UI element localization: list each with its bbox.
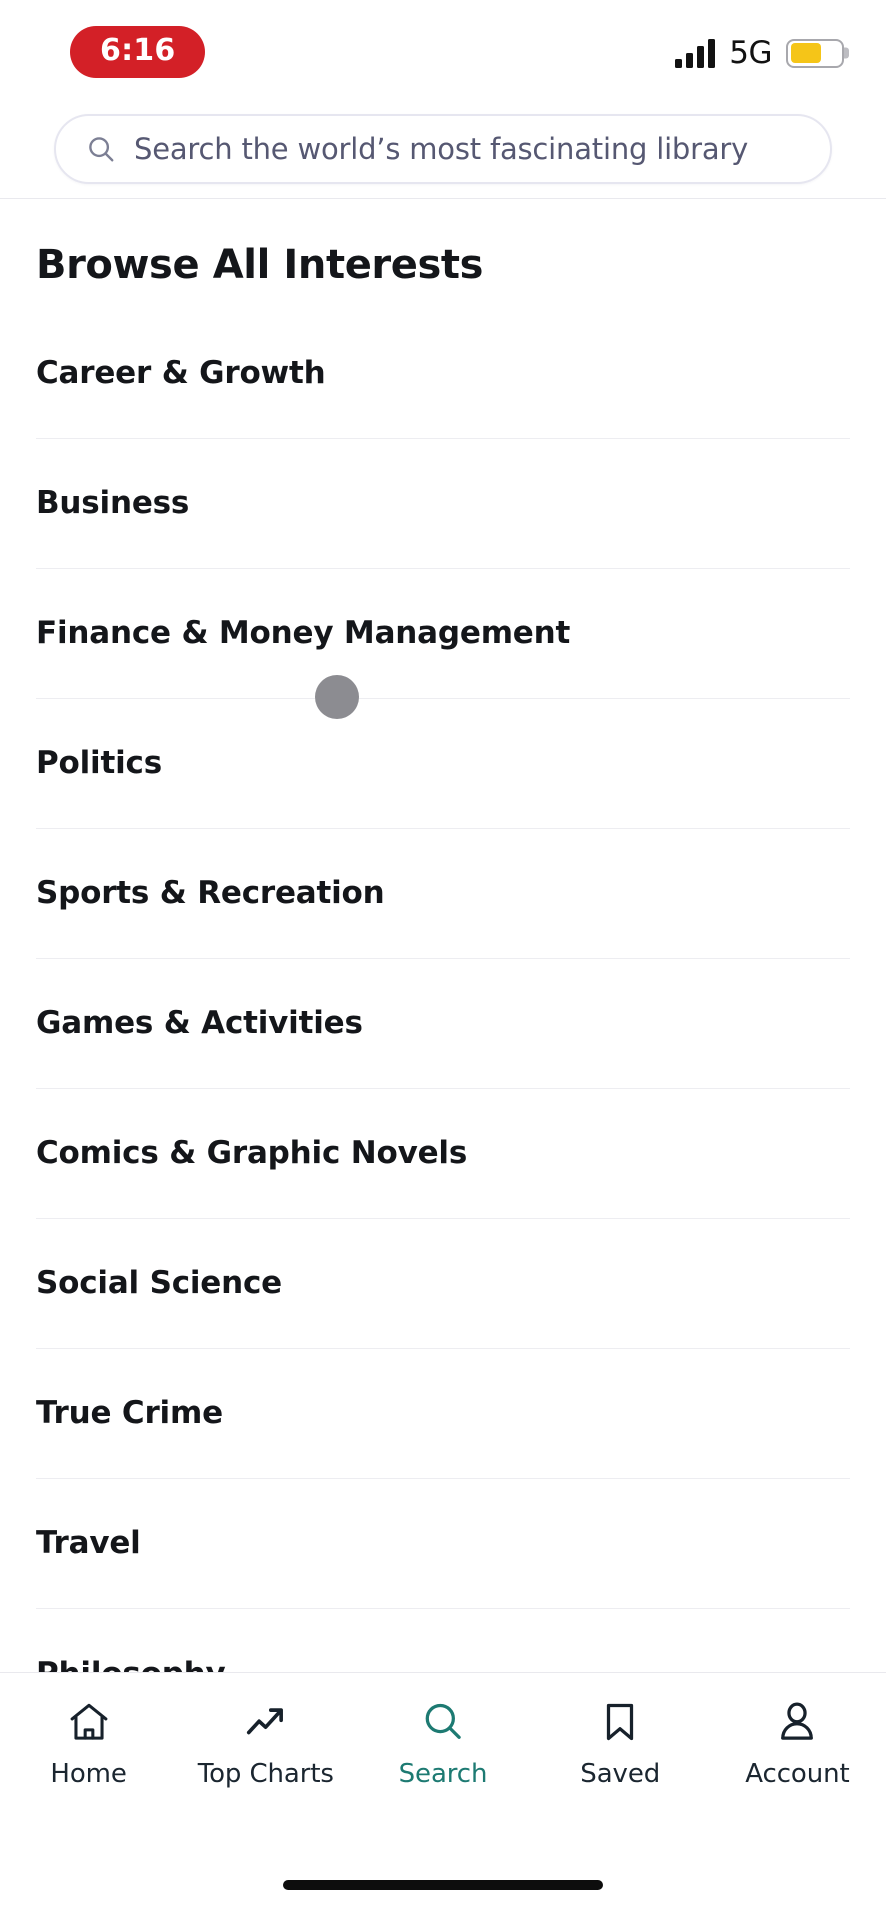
interest-label: Travel [36,1525,141,1562]
app-screen: 6:16 5G Search the world’s most fascinat… [0,0,886,1920]
interest-label: Philosophy [36,1655,226,1672]
tab-saved[interactable]: Saved [532,1697,709,1787]
list-item[interactable]: Games & Activities [36,959,850,1089]
status-time-badge: 6:16 [70,26,206,78]
tab-top-charts[interactable]: Top Charts [177,1697,354,1787]
tab-label: Search [398,1759,488,1789]
bottom-tab-bar: Home Top Charts Search Saved Account [0,1672,886,1850]
list-item[interactable]: Comics & Graphic Novels [36,1089,850,1219]
home-icon [66,1697,112,1747]
interest-label: True Crime [36,1395,223,1432]
interest-list: Career & Growth Business Finance & Money… [36,309,850,1672]
tab-label: Top Charts [197,1759,334,1789]
search-icon [86,134,116,164]
pointer-dot [315,675,359,719]
tab-home[interactable]: Home [0,1697,177,1787]
page-title: Browse All Interests [36,242,484,288]
list-item[interactable]: True Crime [36,1349,850,1479]
interest-label: Comics & Graphic Novels [36,1135,468,1172]
person-icon [774,1697,820,1747]
browse-interests-panel: Browse All Interests Career & Growth Bus… [0,199,886,1672]
network-type-label: 5G [729,34,772,71]
interest-label: Finance & Money Management [36,615,571,652]
trending-up-icon [243,1697,289,1747]
interest-label: Games & Activities [36,1005,363,1042]
tab-search[interactable]: Search [354,1697,531,1787]
list-item[interactable]: Travel [36,1479,850,1609]
home-indicator[interactable] [283,1880,603,1890]
list-item[interactable]: Social Science [36,1219,850,1349]
search-input[interactable]: Search the world’s most fascinating libr… [54,114,832,184]
search-bar-container: Search the world’s most fascinating libr… [0,100,886,198]
list-item[interactable]: Politics [36,699,850,829]
tab-label: Account [745,1759,850,1789]
search-icon [420,1697,466,1747]
tab-account[interactable]: Account [709,1697,886,1787]
list-item[interactable]: Sports & Recreation [36,829,850,959]
cellular-signal-icon [675,38,716,68]
status-bar: 6:16 5G [0,0,886,100]
list-item[interactable]: Business [36,439,850,569]
battery-icon [786,38,849,68]
home-indicator-zone [0,1850,886,1920]
list-item[interactable]: Finance & Money Management [36,569,850,699]
search-placeholder-text: Search the world’s most fascinating libr… [134,132,749,166]
interest-label: Sports & Recreation [36,875,385,912]
tab-label: Home [50,1759,127,1789]
interest-label: Social Science [36,1265,282,1302]
interest-label: Politics [36,745,162,782]
status-indicators: 5G [675,34,849,71]
list-item[interactable]: Philosophy [36,1609,850,1672]
interest-label: Career & Growth [36,355,326,392]
list-item[interactable]: Career & Growth [36,309,850,439]
tab-label: Saved [580,1759,661,1789]
interest-label: Business [36,485,190,522]
bookmark-icon [597,1697,643,1747]
